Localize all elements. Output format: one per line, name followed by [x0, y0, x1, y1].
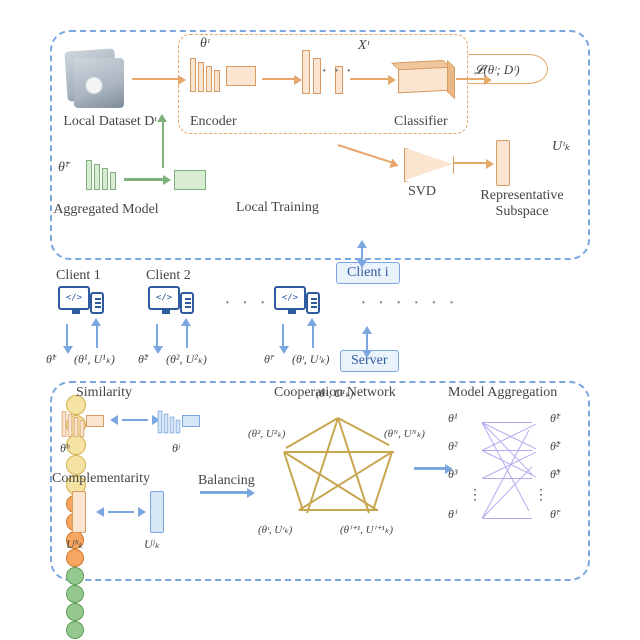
- clienti-down: [282, 324, 284, 348]
- edge-N-i: [298, 451, 392, 511]
- svd-block: [404, 148, 452, 180]
- coop-node-ip1-label: (θⁱ⁺¹, Uⁱ⁺¹ₖ): [340, 523, 393, 536]
- agg-dst-i-label: θ̃ᶦ: [550, 507, 558, 522]
- agg-dst-dots: ⋮: [534, 487, 548, 504]
- complementarity-label: Complementarity: [52, 471, 150, 487]
- agg-link-8: [482, 478, 532, 479]
- aggregated-model-label: Aggregated Model: [46, 202, 166, 218]
- clienti-down-label: θ̃ᶦ: [264, 352, 272, 367]
- rep-subspace-label: Representative Subspace: [472, 188, 572, 220]
- svd-label: SVD: [408, 184, 436, 200]
- agg-dst-3-label: θ̃³: [550, 467, 560, 482]
- client1-up: [96, 324, 98, 348]
- comp-u-h-label: Uʰₖ: [66, 537, 83, 552]
- agg-src-dots: ⋮: [468, 487, 482, 504]
- agg-dst-1-label: θ̃¹: [550, 411, 560, 426]
- balancing-arrow: [200, 491, 250, 494]
- local-training-label: Local Training: [236, 200, 319, 216]
- sim-theta-h: [62, 411, 85, 437]
- edge-2-N: [284, 451, 394, 453]
- client-i-tag: Client i: [336, 262, 400, 284]
- client2-down-label: θ̃²: [138, 352, 148, 367]
- agg-link-10: [482, 518, 532, 519]
- client2-label: Client 2: [146, 268, 191, 284]
- agg-dst-2: [66, 585, 84, 603]
- server-panel: Similarity θʰ θʲ Complementarity Uʰₖ Uʲₖ…: [50, 381, 590, 581]
- agg-src-i-label: θⁱ: [448, 507, 456, 522]
- clients-ellipsis-right: · · · · · ·: [360, 292, 570, 315]
- comp-u-h: [72, 491, 86, 533]
- sim-theta-j-label: θʲ: [172, 441, 180, 456]
- loss-loop-arc: [468, 54, 548, 84]
- theta-tilde-i-label: θ̃ᶦ: [58, 160, 67, 176]
- rep-subspace-bar: [496, 140, 510, 186]
- arrow-coop-agg: [414, 467, 448, 470]
- agg-to-encoder-v: [162, 120, 164, 168]
- dataset-image-front: [74, 58, 124, 108]
- aggregated-feature: [174, 170, 206, 190]
- coop-node-i-label: (θᶦ, Uᶦₖ): [258, 523, 292, 536]
- agg-to-encoder-arrowhead: [157, 114, 167, 122]
- sim-feat-h: [86, 415, 104, 427]
- arrow-svd-subspace: [454, 162, 488, 164]
- agg-src-3-label: θ³: [448, 467, 458, 482]
- agg-link-1: [482, 422, 532, 423]
- agg-dst-i: [66, 621, 84, 639]
- clienti-up-label: (θᶦ, Uᶦₖ): [292, 352, 329, 367]
- client2-up-label: (θ², U²ₖ): [166, 352, 207, 367]
- clienti-up: [312, 324, 314, 348]
- arrow-dataset-encoder: [132, 78, 180, 80]
- agg-dst-2-label: θ̃²: [550, 439, 560, 454]
- local-training-box: [178, 34, 468, 134]
- client-i-tag-text: Client i: [336, 262, 400, 284]
- agg-link-5: [482, 450, 532, 451]
- agg-dst-1: [66, 567, 84, 585]
- client1-label: Client 1: [56, 268, 101, 284]
- agg-src-2-label: θ²: [448, 439, 458, 454]
- client2-up-arrow: [181, 318, 191, 326]
- client1-up-arrow: [91, 318, 101, 326]
- local-dataset-label: Local Dataset Dᶦ: [50, 114, 170, 130]
- aggregated-encoder: [86, 160, 116, 190]
- similarity-arrow: [110, 415, 160, 425]
- arrow-agg-feature: [124, 178, 166, 181]
- client1-down-label: θ̃¹: [46, 352, 56, 367]
- comp-u-j-label: Uʲₖ: [144, 537, 160, 552]
- clienti-up-arrow: [307, 318, 317, 326]
- agg-dst-3: [66, 603, 84, 621]
- complementarity-arrow: [96, 507, 146, 517]
- sim-theta-h-label: θʰ: [60, 441, 69, 456]
- edge-2-ip1: [283, 451, 377, 511]
- clienti-icon: [274, 286, 320, 322]
- balancing-label: Balancing: [198, 473, 255, 489]
- similarity-label: Similarity: [76, 385, 132, 401]
- sim-feat-j: [182, 415, 200, 427]
- sim-theta-j: [158, 411, 181, 434]
- coop-node-2-label: (θ², U²ₖ): [248, 427, 285, 440]
- client2-icon: [148, 286, 194, 322]
- clients-ellipsis-left: · · ·: [224, 292, 269, 315]
- comp-u-j: [150, 491, 164, 533]
- arrow-bars-svd: [338, 144, 394, 164]
- client-panel: Local Dataset Dᶦ θᶦ Encoder · · · Xᶦ Cla…: [50, 30, 590, 260]
- agg-src-1-label: θ¹: [448, 411, 458, 426]
- client2-up: [186, 324, 188, 348]
- client-to-panel-link: [357, 240, 367, 268]
- client1-icon: [58, 286, 104, 322]
- client-server-link: [362, 326, 372, 358]
- coop-node-N-label: (θᴺ, Uᴺₖ): [384, 427, 425, 440]
- u-i-label: Uᶦₖ: [552, 138, 570, 155]
- model-aggregation-label: Model Aggregation: [448, 385, 557, 401]
- client1-down: [66, 324, 68, 348]
- client1-up-label: (θ¹, U¹ₖ): [74, 352, 115, 367]
- mid-section: Client 1 Client 2 · · · · · · · · · Clie…: [50, 268, 590, 373]
- coop-node-1-label: (θ¹, U¹ₖ): [316, 387, 353, 400]
- client2-down: [156, 324, 158, 348]
